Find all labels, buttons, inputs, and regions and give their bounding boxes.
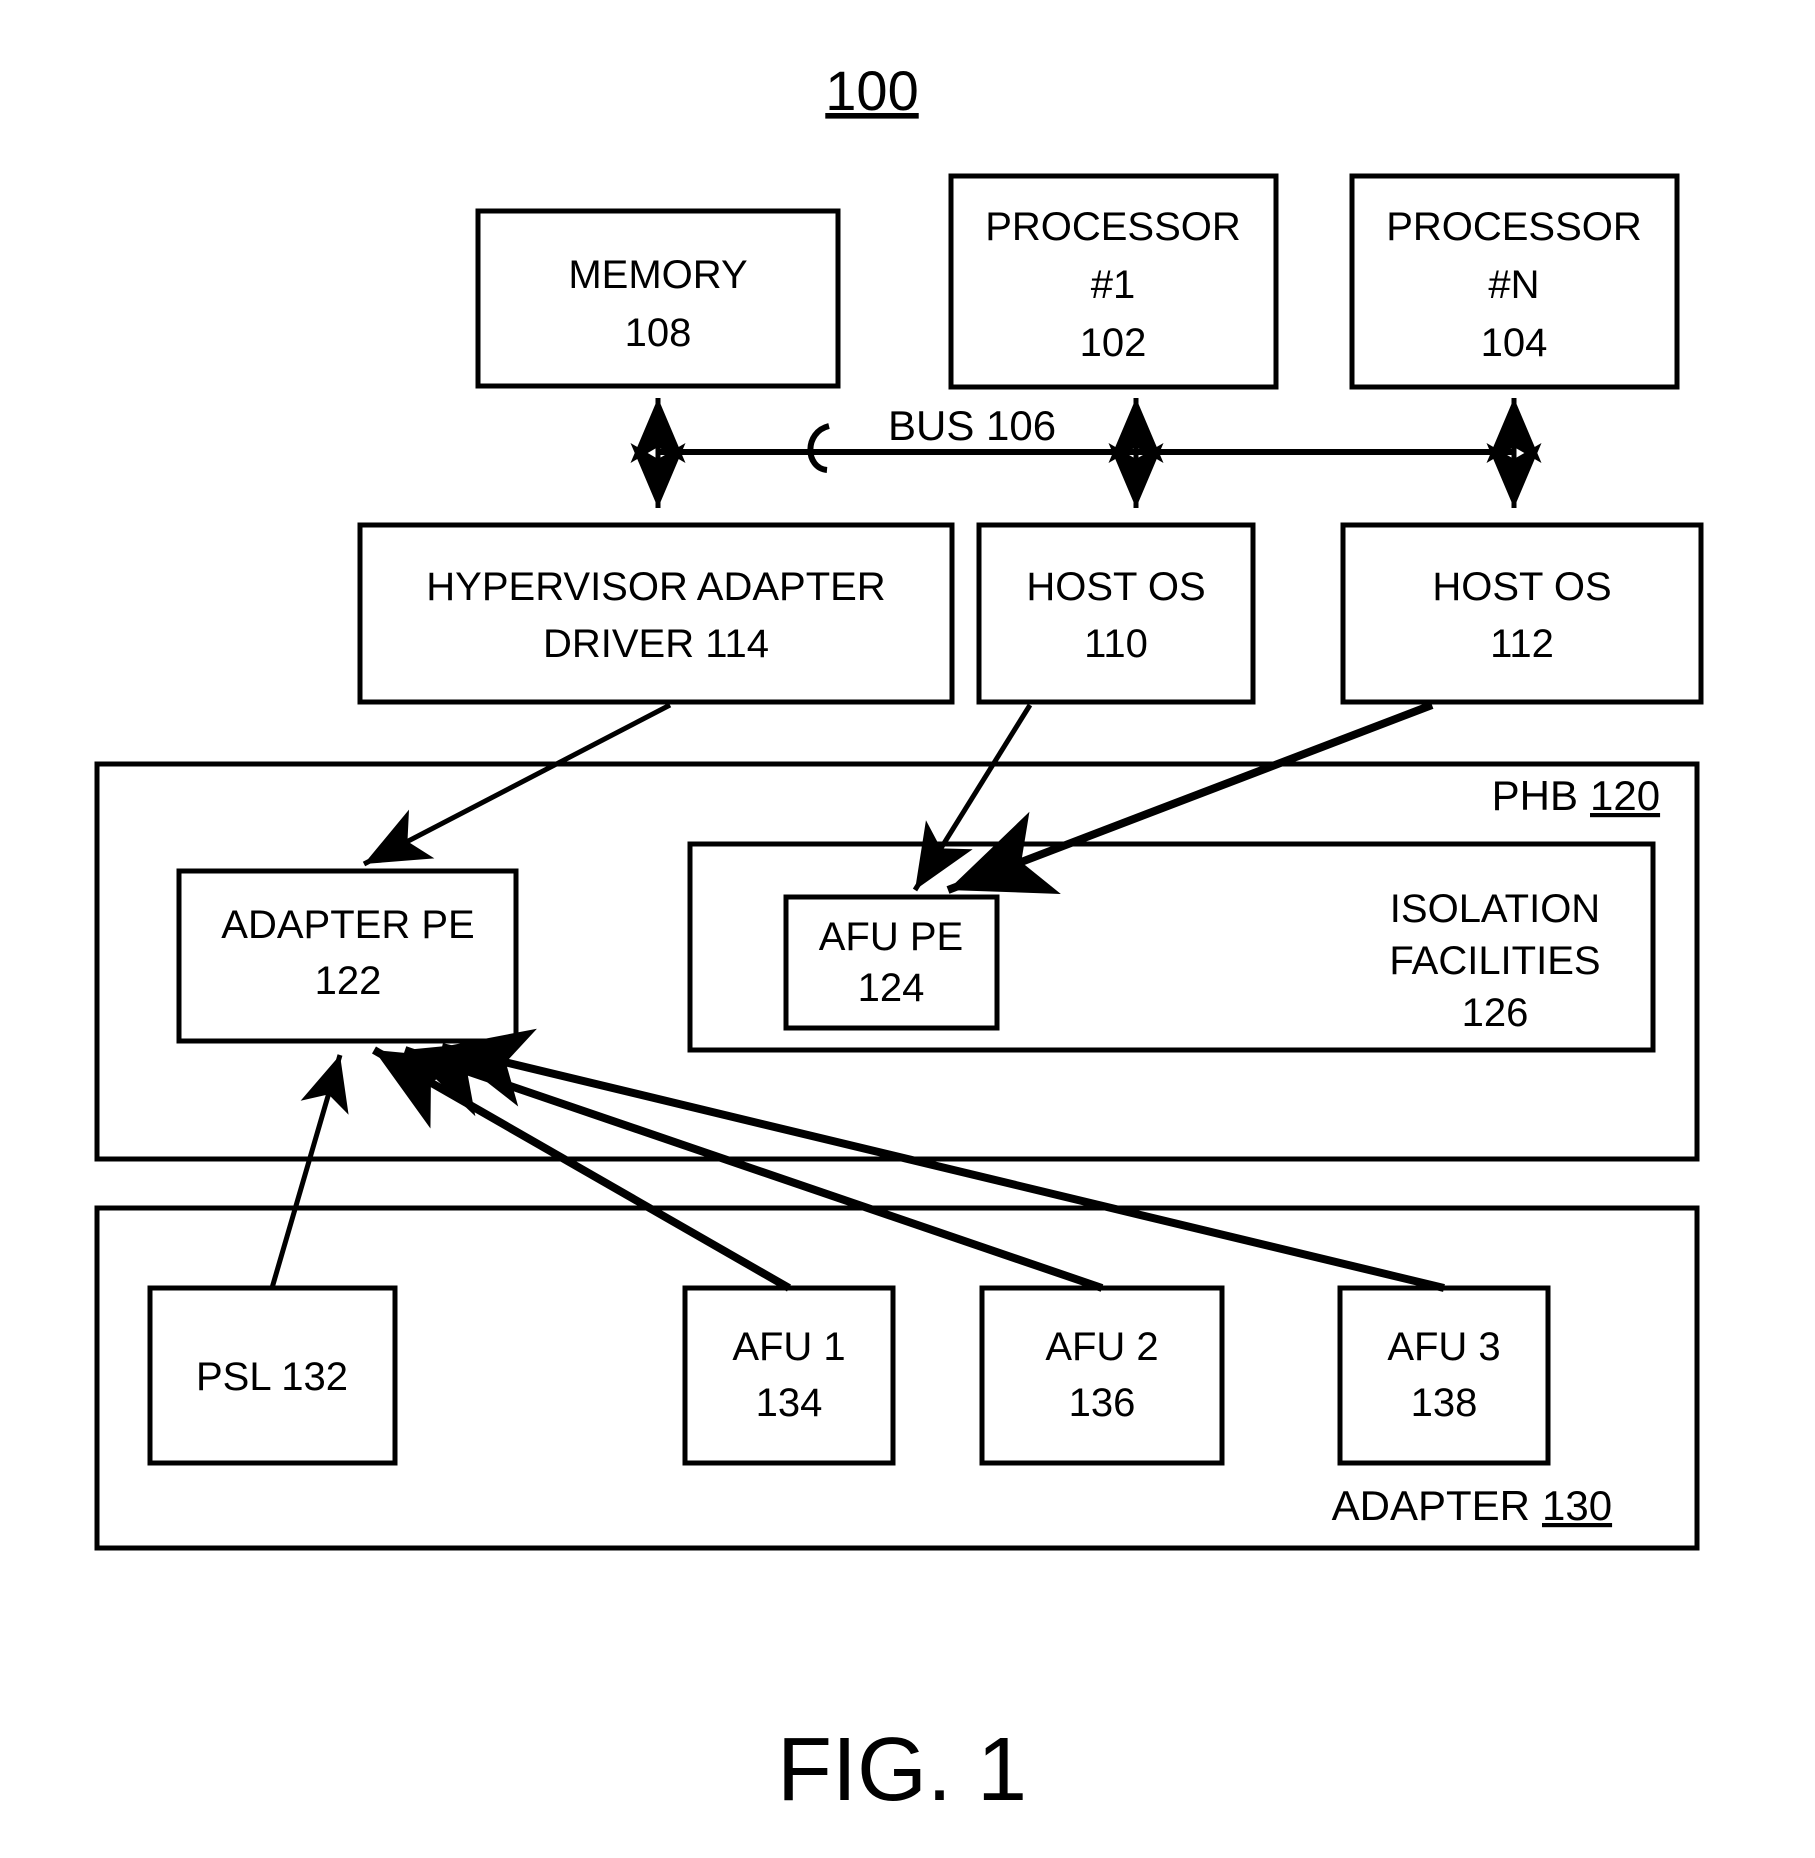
memory-label-line1: MEMORY	[568, 253, 747, 297]
afu-1-to-adapter-pe-arrow	[372, 1046, 791, 1292]
figure-caption: FIG. 1	[777, 1720, 1027, 1820]
adapter-pe-label-line2: 122	[315, 959, 382, 1003]
hypervisor-adapter-driver-label-line1: HYPERVISOR ADAPTER	[426, 565, 885, 609]
hypervisor-to-adapter-pe-arrow	[362, 702, 672, 867]
system-architecture-diagram: 100 MEMORY 108 PROCESSOR #1 102 PROCESSO…	[94, 59, 1704, 1820]
isolation-facilities-label-line1: ISOLATION	[1390, 887, 1600, 931]
processor-1-box: PROCESSOR #1 102	[948, 173, 1279, 390]
afu-2-box: AFU 2 136	[979, 1285, 1225, 1466]
figure-1-diagram: 100 MEMORY 108 PROCESSOR #1 102 PROCESSO…	[0, 0, 1815, 1858]
afu-1-label-line1: AFU 1	[732, 1325, 845, 1369]
phb-number: 120	[1590, 772, 1660, 819]
afu-pe-label-line2: 124	[858, 966, 925, 1010]
adapter-pe-label-line1: ADAPTER PE	[221, 903, 474, 947]
afu-pe-label-line1: AFU PE	[819, 915, 963, 959]
afu-3-label-line2: 138	[1411, 1381, 1478, 1425]
processor-1-label-line2: #1	[1091, 263, 1136, 307]
afu-pe-box: AFU PE 124	[783, 894, 1000, 1031]
processor-1-label-line1: PROCESSOR	[985, 205, 1241, 249]
host-os-112-label-line2: 112	[1490, 622, 1554, 666]
processor-n-box: PROCESSOR #N 104	[1349, 173, 1680, 390]
host-os-112-label-line1: HOST OS	[1432, 565, 1611, 609]
host-os-112-to-afu-pe-arrow	[946, 701, 1434, 894]
afu-2-label-line2: 136	[1069, 1381, 1136, 1425]
afu-3-box: AFU 3 138	[1337, 1285, 1551, 1466]
afu-1-box: AFU 1 134	[682, 1285, 896, 1466]
afu-1-label-line2: 134	[756, 1381, 823, 1425]
host-os-110-label-line1: HOST OS	[1026, 565, 1205, 609]
hypervisor-adapter-driver-box: HYPERVISOR ADAPTER DRIVER 114	[357, 522, 955, 705]
bus-label: BUS 106	[888, 402, 1056, 449]
adapter-pe-box: ADAPTER PE 122	[176, 868, 519, 1044]
processor-n-label-line2: #N	[1488, 263, 1539, 307]
afu-3-to-adapter-pe-arrow	[441, 1028, 1445, 1292]
adapter-label: ADAPTER	[1332, 1482, 1530, 1529]
host-os-112-box: HOST OS 112	[1340, 522, 1704, 705]
host-os-110-label-line2: 110	[1084, 622, 1148, 666]
psl-label: PSL 132	[196, 1355, 348, 1399]
figure-reference-number: 100	[825, 59, 918, 122]
processor-1-label-line3: 102	[1080, 321, 1147, 365]
afu-3-label-line1: AFU 3	[1387, 1325, 1500, 1369]
host-os-110-box: HOST OS 110	[976, 522, 1256, 705]
isolation-facilities-label-line3: 126	[1462, 991, 1529, 1035]
processor-n-label-line3: 104	[1481, 321, 1548, 365]
processor-n-label-line1: PROCESSOR	[1386, 205, 1642, 249]
phb-label: PHB	[1492, 772, 1578, 819]
bus-leader-curve	[807, 423, 831, 473]
psl-box: PSL 132	[147, 1285, 398, 1466]
isolation-facilities-label-line2: FACILITIES	[1389, 939, 1600, 983]
afu-2-label-line1: AFU 2	[1045, 1325, 1158, 1369]
psl-to-adapter-pe-arrow	[269, 1054, 349, 1289]
adapter-number: 130	[1542, 1482, 1612, 1529]
afu-2-to-adapter-pe-arrow	[403, 1040, 1104, 1292]
memory-label-line2: 108	[625, 311, 692, 355]
memory-box: MEMORY 108	[475, 208, 841, 389]
hypervisor-adapter-driver-label-line2: DRIVER 114	[543, 622, 769, 666]
